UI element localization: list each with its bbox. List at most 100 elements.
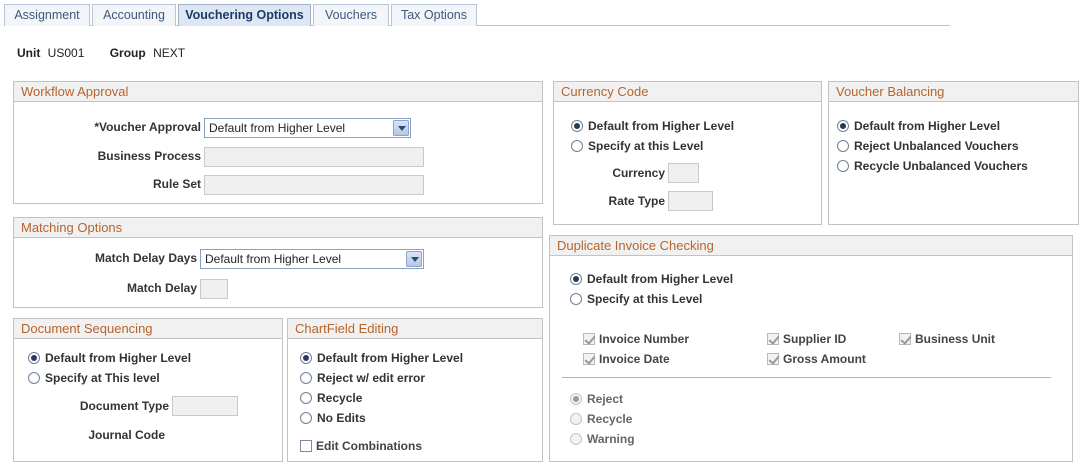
radio-icon [300,392,312,404]
checkbox-checked-icon [767,353,779,365]
checkbox-checked-icon [767,333,779,345]
radio-label: Recycle [317,391,363,405]
tab-vouchers[interactable]: Vouchers [313,4,389,26]
chartfield-default-radio[interactable]: Default from Higher Level [300,351,463,365]
chartfield-noedits-radio[interactable]: No Edits [300,411,366,425]
currency-label: Currency [612,166,665,180]
matching-options-group: Matching Options Match Delay Days Defaul… [13,217,543,308]
checkbox-label: Invoice Number [599,332,690,346]
checkbox-label: Supplier ID [783,332,847,346]
divider [562,377,1051,378]
radio-label: Reject w/ edit error [317,371,426,385]
radio-icon [570,293,582,305]
rule-set-field [204,175,424,195]
radio-label: Reject Unbalanced Vouchers [854,139,1019,153]
edit-combinations-checkbox[interactable]: Edit Combinations [300,439,422,453]
voucher-approval-label: *Voucher Approval [94,120,201,134]
checkbox-checked-icon [583,333,595,345]
radio-icon [570,413,582,425]
voucher-approval-select[interactable]: Default from Higher Level [204,118,411,138]
tab-label: Tax Options [400,8,467,22]
invoice-number-checkbox[interactable]: Invoice Number [583,332,689,346]
document-sequencing-title: Document Sequencing [14,319,282,339]
match-delay-days-value: Default from Higher Level [205,252,342,266]
balancing-default-radio[interactable]: Default from Higher Level [837,119,1000,133]
balancing-recycle-radio[interactable]: Recycle Unbalanced Vouchers [837,159,1028,173]
radio-selected-icon [570,273,582,285]
radio-label: Specify at this Level [588,139,704,153]
tab-accounting[interactable]: Accounting [92,4,176,26]
workflow-approval-title: Workflow Approval [14,82,542,102]
unit-value: US001 [47,46,85,60]
balancing-reject-radio[interactable]: Reject Unbalanced Vouchers [837,139,1019,153]
voucher-approval-value: Default from Higher Level [209,121,346,135]
business-process-field [204,147,424,167]
duplicate-recycle-radio[interactable]: Recycle [570,412,632,426]
document-type-field [172,396,238,416]
radio-label: Reject [587,392,624,406]
radio-icon [300,372,312,384]
duplicate-warning-radio[interactable]: Warning [570,432,635,446]
checkbox-checked-icon [899,333,911,345]
radio-icon [300,412,312,424]
business-process-label: Business Process [97,149,201,163]
radio-label: Warning [587,432,635,446]
docseq-specify-radio[interactable]: Specify at This level [28,371,160,385]
checkbox-label: Edit Combinations [316,439,422,453]
workflow-approval-group: Workflow Approval *Voucher Approval Defa… [13,81,543,204]
radio-label: Default from Higher Level [588,119,735,133]
chartfield-editing-title: ChartField Editing [288,319,542,339]
radio-label: Recycle Unbalanced Vouchers [854,159,1028,173]
currency-default-radio[interactable]: Default from Higher Level [571,119,734,133]
tab-label: Accounting [103,8,165,22]
journal-code-label: Journal Code [88,428,165,442]
radio-icon [837,160,849,172]
match-delay-days-label: Match Delay Days [94,251,197,265]
tab-tax-options[interactable]: Tax Options [391,4,477,26]
rate-type-field [668,191,713,211]
currency-specify-radio[interactable]: Specify at this Level [571,139,703,153]
match-delay-field [200,279,228,299]
unit-group-row: Unit US001 Group NEXT [17,46,189,60]
tab-bar: Assignment Accounting Vouchering Options… [4,4,950,26]
checkbox-label: Gross Amount [783,352,866,366]
radio-label: Specify at this Level [587,292,703,306]
matching-options-title: Matching Options [14,218,542,238]
duplicate-default-radio[interactable]: Default from Higher Level [570,272,733,286]
currency-field [668,163,699,183]
radio-icon [571,140,583,152]
radio-selected-icon [570,393,582,405]
radio-selected-icon [571,120,583,132]
tab-label: Assignment [14,8,80,22]
chartfield-editing-group: ChartField Editing Default from Higher L… [287,318,543,462]
radio-selected-icon [837,120,849,132]
duplicate-invoice-checking-title: Duplicate Invoice Checking [550,236,1072,256]
duplicate-specify-radio[interactable]: Specify at this Level [570,292,702,306]
tab-vouchering-options[interactable]: Vouchering Options [178,4,311,26]
chevron-down-icon[interactable] [406,251,422,267]
voucher-balancing-group: Voucher Balancing Default from Higher Le… [828,81,1079,225]
tab-assignment[interactable]: Assignment [4,4,90,26]
chevron-down-icon[interactable] [393,120,409,136]
radio-label: Specify at This level [45,371,160,385]
match-delay-days-select[interactable]: Default from Higher Level [200,249,424,269]
tab-label: Vouchering Options [185,8,304,22]
radio-icon [570,433,582,445]
duplicate-reject-radio[interactable]: Reject [570,392,623,406]
duplicate-invoice-checking-group: Duplicate Invoice Checking Default from … [549,235,1073,462]
gross-amount-checkbox[interactable]: Gross Amount [767,352,866,366]
unit-label: Unit [17,46,41,60]
chartfield-reject-radio[interactable]: Reject w/ edit error [300,371,425,385]
group-value: NEXT [153,46,186,60]
docseq-default-radio[interactable]: Default from Higher Level [28,351,191,365]
checkbox-icon [300,440,312,452]
invoice-date-checkbox[interactable]: Invoice Date [583,352,670,366]
supplier-id-checkbox[interactable]: Supplier ID [767,332,846,346]
business-unit-checkbox[interactable]: Business Unit [899,332,995,346]
radio-label: Default from Higher Level [317,351,464,365]
chartfield-recycle-radio[interactable]: Recycle [300,391,362,405]
radio-label: Default from Higher Level [587,272,734,286]
radio-label: No Edits [317,411,366,425]
voucher-balancing-title: Voucher Balancing [829,82,1078,102]
currency-code-title: Currency Code [554,82,821,102]
